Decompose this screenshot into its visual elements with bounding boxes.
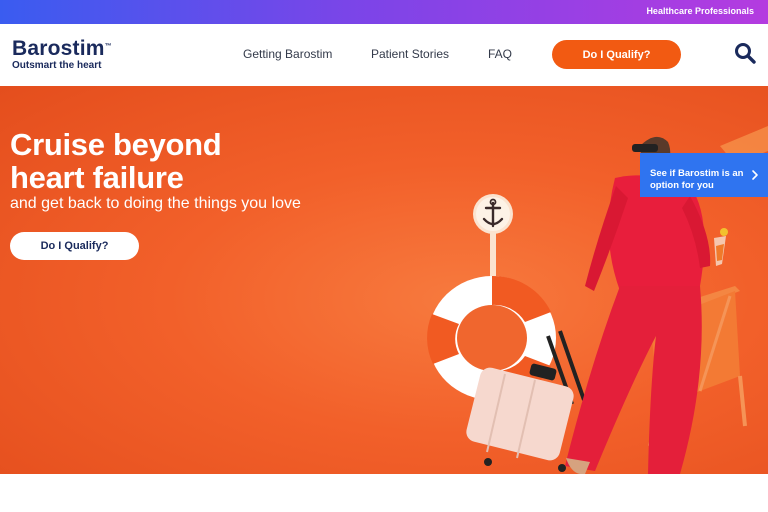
header-qualify-button[interactable]: Do I Qualify? <box>552 40 681 69</box>
top-utility-bar: Healthcare Professionals <box>0 0 768 24</box>
nav-patient-stories[interactable]: Patient Stories <box>371 47 449 61</box>
nav-faq[interactable]: FAQ <box>488 47 512 61</box>
nav-getting-barostim[interactable]: Getting Barostim <box>243 47 332 61</box>
hero-headline-line2: heart failure <box>10 160 184 195</box>
hero-headline: Cruise beyond heart failure <box>10 128 270 194</box>
page-content-start <box>0 474 768 512</box>
chevron-right-icon <box>752 170 758 180</box>
see-if-option-tab[interactable]: See if Barostim is an option for you <box>640 153 768 197</box>
hero-qualify-button[interactable]: Do I Qualify? <box>10 232 139 260</box>
logo-brand: Barostim™ <box>12 37 112 60</box>
main-header: Barostim™ Outsmart the heart Getting Bar… <box>0 24 768 86</box>
hero-headline-line1: Cruise beyond <box>10 127 222 162</box>
side-tab-label: See if Barostim is an option for you <box>650 167 744 191</box>
trademark-symbol: ™ <box>104 43 112 50</box>
barostim-logo[interactable]: Barostim™ Outsmart the heart <box>12 38 132 74</box>
search-icon[interactable] <box>734 42 756 64</box>
healthcare-professionals-link[interactable]: Healthcare Professionals <box>646 6 754 16</box>
hero-subheadline: and get back to doing the things you lov… <box>10 195 301 212</box>
logo-tagline: Outsmart the heart <box>12 60 102 71</box>
